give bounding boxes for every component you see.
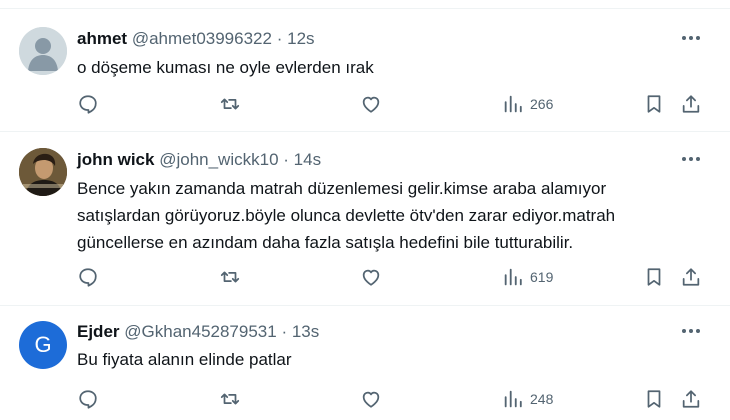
views-icon: [504, 95, 522, 113]
bookmark-button[interactable]: [643, 265, 665, 289]
separator-dot: ·: [281, 322, 288, 341]
separator-dot: ·: [283, 150, 289, 169]
retweet-button[interactable]: [219, 92, 241, 116]
retweet-icon: [220, 98, 240, 110]
views-icon: [504, 390, 522, 408]
user-handle[interactable]: @john_wickk10: [159, 150, 278, 169]
retweet-icon: [220, 393, 240, 405]
more-icon[interactable]: [680, 149, 702, 169]
user-handle[interactable]: @Gkhan452879531: [124, 322, 276, 341]
views-button[interactable]: 619: [502, 265, 553, 289]
share-icon: [682, 390, 700, 408]
views-count: 619: [530, 269, 554, 285]
avatar-letter: G: [34, 332, 52, 357]
tweet-text: o döşeme kuması ne oyle evlerden ırak: [77, 58, 374, 77]
reply-button[interactable]: [77, 265, 99, 289]
action-bar: 266: [0, 92, 730, 116]
bookmark-icon: [647, 390, 661, 408]
timestamp[interactable]: 13s: [292, 322, 319, 341]
tweet-header: john wick @john_wickk10 · 14s: [77, 150, 321, 170]
tweet-text: Bence yakın zamanda matrah düzenlemesi g…: [77, 179, 616, 252]
views-button[interactable]: 266: [502, 92, 553, 116]
views-count: 248: [530, 391, 554, 407]
tweet[interactable]: G Ejder @Gkhan452879531 · 13s Bu fiyata …: [0, 305, 730, 420]
reply-button[interactable]: [77, 387, 99, 411]
retweet-icon: [220, 271, 240, 283]
more-icon[interactable]: [680, 321, 702, 341]
retweet-button[interactable]: [219, 387, 241, 411]
tweet-header: Ejder @Gkhan452879531 · 13s: [77, 322, 319, 342]
tweet-header: ahmet @ahmet03996322 · 12s: [77, 29, 315, 49]
user-handle[interactable]: @ahmet03996322: [132, 29, 272, 48]
more-icon[interactable]: [680, 28, 702, 48]
tweet[interactable]: ahmet @ahmet03996322 · 12s o döşeme kuma…: [0, 0, 730, 131]
share-icon: [682, 95, 700, 113]
views-icon: [504, 268, 522, 286]
like-button[interactable]: [360, 387, 382, 411]
like-icon: [362, 269, 380, 286]
bookmark-button[interactable]: [643, 92, 665, 116]
reply-icon: [79, 390, 97, 409]
like-icon: [362, 96, 380, 113]
like-button[interactable]: [360, 265, 382, 289]
like-button[interactable]: [360, 92, 382, 116]
like-icon: [362, 391, 380, 408]
action-bar: 248: [0, 387, 730, 411]
tweet-text: Bu fiyata alanın elinde patlar: [77, 350, 292, 369]
action-bar: 619: [0, 265, 730, 289]
bookmark-icon: [647, 95, 661, 113]
tweet[interactable]: john wick @john_wickk10 · 14s Bence yakı…: [0, 131, 730, 305]
views-button[interactable]: 248: [502, 387, 553, 411]
display-name[interactable]: ahmet: [77, 29, 127, 48]
reply-icon: [79, 95, 97, 114]
share-button[interactable]: [680, 387, 702, 411]
display-name[interactable]: Ejder: [77, 322, 120, 341]
timestamp[interactable]: 14s: [294, 150, 321, 169]
separator-dot: ·: [276, 29, 283, 48]
reply-icon: [79, 268, 97, 287]
display-name[interactable]: john wick: [77, 150, 154, 169]
retweet-button[interactable]: [219, 265, 241, 289]
timestamp[interactable]: 12s: [287, 29, 314, 48]
profile-photo-icon: [19, 148, 67, 196]
share-button[interactable]: [680, 92, 702, 116]
bookmark-icon: [647, 268, 661, 286]
avatar[interactable]: G: [19, 321, 67, 369]
share-button[interactable]: [680, 265, 702, 289]
avatar[interactable]: [19, 27, 67, 75]
avatar[interactable]: [19, 148, 67, 196]
bookmark-button[interactable]: [643, 387, 665, 411]
default-avatar-icon: [19, 27, 67, 75]
reply-button[interactable]: [77, 92, 99, 116]
views-count: 266: [530, 96, 554, 112]
share-icon: [682, 268, 700, 286]
